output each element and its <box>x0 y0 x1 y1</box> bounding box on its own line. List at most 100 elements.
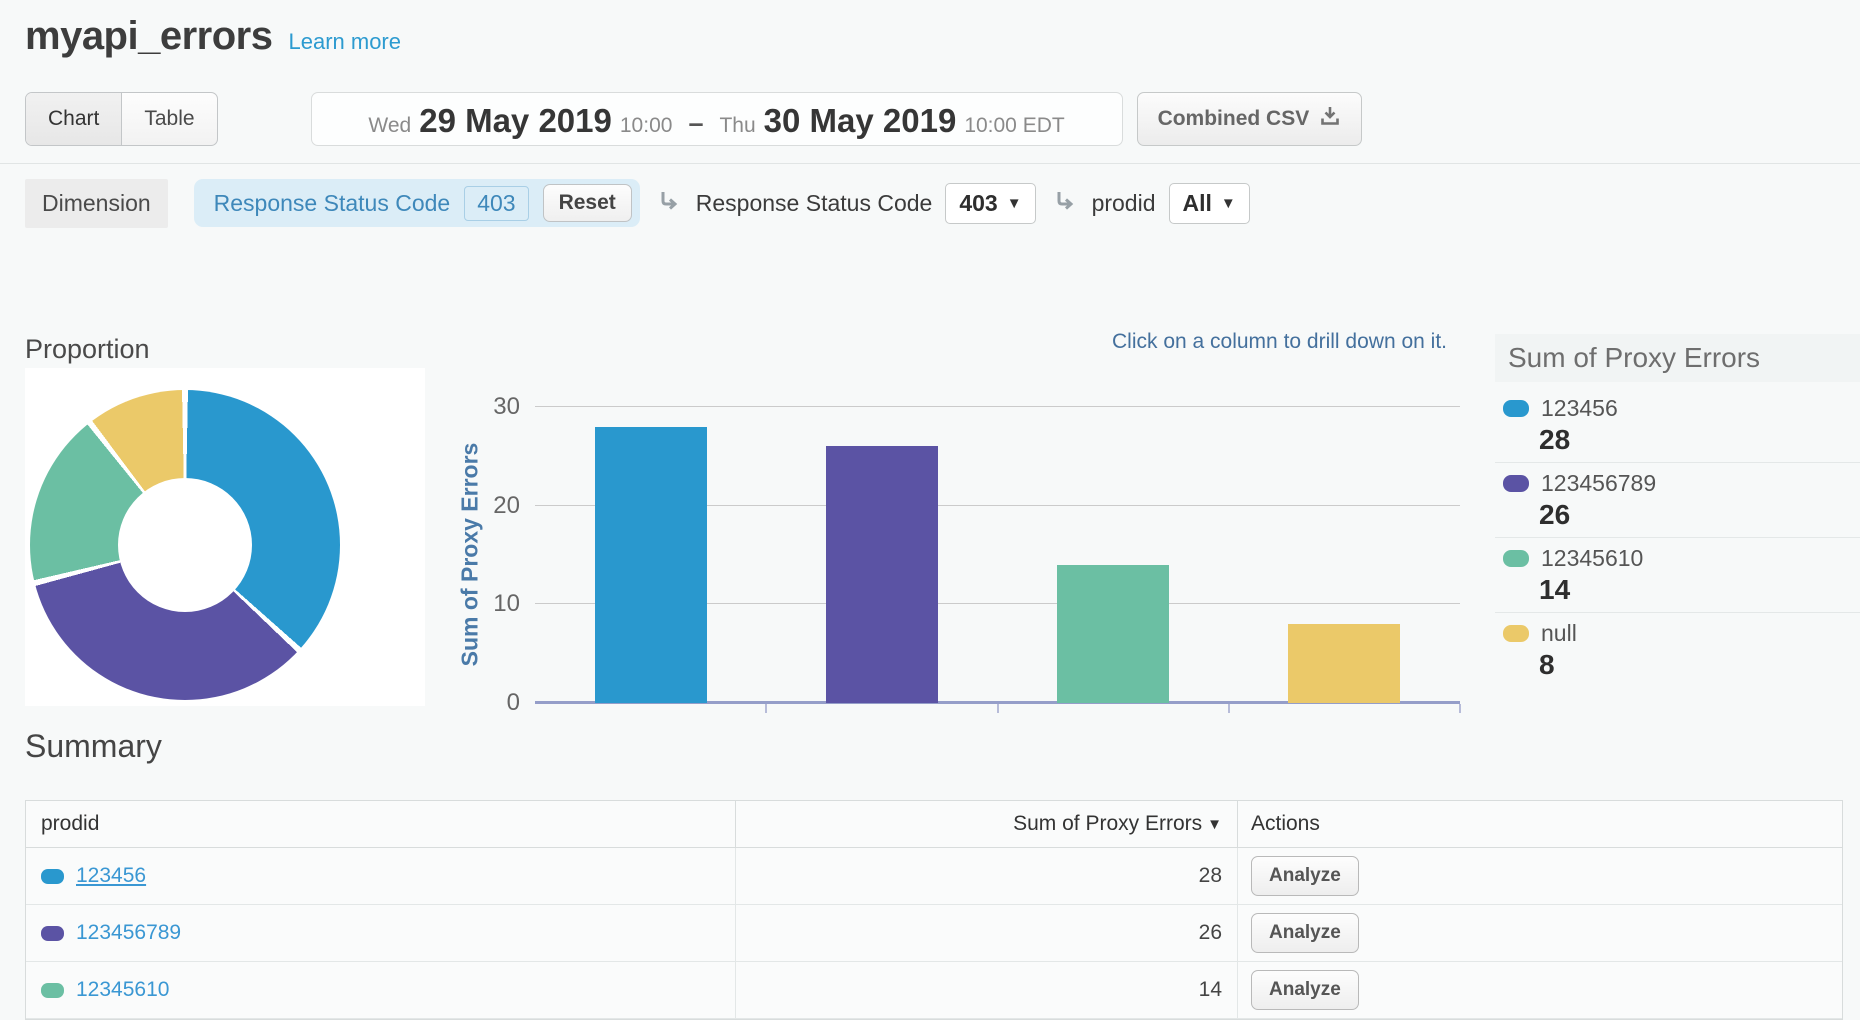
table-row-12345610: 12345610 14 Analyze <box>26 962 1842 1019</box>
drilldown-2-value: All <box>1183 190 1212 217</box>
sort-desc-icon: ▼ <box>1207 816 1222 833</box>
active-filter-name[interactable]: Response Status Code <box>214 190 451 217</box>
start-date: 29 May 2019 <box>419 102 612 140</box>
dashboard-page: myapi_errors Learn more Chart Table Wed … <box>0 0 1860 1020</box>
prodid-link[interactable]: 12345610 <box>76 978 169 1002</box>
prodid-link[interactable]: 123456789 <box>76 921 181 945</box>
bar-123456[interactable] <box>595 427 707 703</box>
series-swatch <box>41 983 64 998</box>
x-tick <box>765 704 767 713</box>
combined-csv-button[interactable]: Combined CSV <box>1137 92 1363 146</box>
table-row-123456789: 123456789 26 Analyze <box>26 905 1842 962</box>
drilldown-2-select[interactable]: All ▼ <box>1169 183 1250 224</box>
column-header-actions: Actions <box>1238 801 1842 847</box>
legend-entry-null: null 8 <box>1495 613 1860 687</box>
column-header-prodid[interactable]: prodid <box>26 801 736 847</box>
x-tick <box>1228 704 1230 713</box>
dimension-label: Dimension <box>25 179 168 228</box>
tab-chart[interactable]: Chart <box>26 93 122 145</box>
proportion-title: Proportion <box>25 334 150 365</box>
y-tick-label: 10 <box>440 590 520 618</box>
legend-entry-12345610: 12345610 14 <box>1495 538 1860 613</box>
column-header-value-label: Sum of Proxy Errors <box>1013 812 1202 836</box>
legend-title: Sum of Proxy Errors <box>1495 334 1860 382</box>
chevron-down-icon: ▼ <box>1221 195 1236 212</box>
page-header: myapi_errors Learn more <box>25 14 401 59</box>
value-cell: 26 <box>736 905 1238 961</box>
series-swatch <box>1503 550 1529 567</box>
series-swatch <box>41 926 64 941</box>
prodid-cell: 12345610 <box>26 962 736 1018</box>
analyze-button[interactable]: Analyze <box>1251 856 1359 896</box>
prodid-cell: 123456 <box>26 848 736 904</box>
actions-cell: Analyze <box>1238 848 1842 904</box>
active-filter-pill: Response Status Code 403 Reset <box>194 179 640 227</box>
actions-cell: Analyze <box>1238 905 1842 961</box>
page-title: myapi_errors <box>25 14 272 59</box>
legend-entry-123456789: 123456789 26 <box>1495 463 1860 538</box>
summary-title: Summary <box>25 728 162 765</box>
value-cell: 14 <box>736 962 1238 1018</box>
legend-panel: Sum of Proxy Errors 123456 28 123456789 … <box>1495 334 1860 687</box>
value-cell: 28 <box>736 848 1238 904</box>
donut-hole <box>118 478 252 612</box>
legend-entry-123456: 123456 28 <box>1495 388 1860 463</box>
prodid-cell: 123456789 <box>26 905 736 961</box>
drilldown-arrow-icon <box>1054 189 1078 218</box>
header-divider <box>0 163 1860 164</box>
drilldown-arrow-icon <box>658 189 682 218</box>
series-swatch <box>1503 625 1529 642</box>
drilldown-1-select[interactable]: 403 ▼ <box>945 183 1035 224</box>
drilldown-1-name: Response Status Code <box>696 190 933 217</box>
analyze-button[interactable]: Analyze <box>1251 913 1359 953</box>
y-axis-label: Sum of Proxy Errors <box>457 405 484 705</box>
x-tick <box>997 704 999 713</box>
learn-more-link[interactable]: Learn more <box>288 29 401 55</box>
prodid-link[interactable]: 123456 <box>76 864 146 888</box>
csv-button-label: Combined CSV <box>1158 107 1310 131</box>
download-icon <box>1319 105 1341 133</box>
end-time: 10:00 EDT <box>964 114 1064 138</box>
summary-table: prodid Sum of Proxy Errors ▼ Actions 123… <box>25 800 1843 1020</box>
date-range-picker[interactable]: Wed 29 May 2019 10:00 – Thu 30 May 2019 … <box>311 92 1123 146</box>
end-date: 30 May 2019 <box>764 102 957 140</box>
reset-button[interactable]: Reset <box>543 184 632 222</box>
legend-series-value: 8 <box>1539 649 1860 681</box>
y-tick-label: 30 <box>440 393 520 421</box>
start-time: 10:00 <box>620 114 673 138</box>
table-row-123456: 123456 28 Analyze <box>26 848 1842 905</box>
x-tick <box>1459 704 1461 713</box>
end-day: Thu <box>719 114 755 138</box>
legend-series-label: 12345610 <box>1541 545 1643 572</box>
bar-null[interactable] <box>1288 624 1400 703</box>
actions-cell: Analyze <box>1238 962 1842 1018</box>
tab-table[interactable]: Table <box>122 93 216 145</box>
series-swatch <box>41 869 64 884</box>
legend-series-label: 123456 <box>1541 395 1618 422</box>
toolbar: Chart Table Wed 29 May 2019 10:00 – Thu … <box>25 92 1362 146</box>
analyze-button[interactable]: Analyze <box>1251 970 1359 1010</box>
active-filter-value[interactable]: 403 <box>464 186 528 221</box>
view-toggle: Chart Table <box>25 92 218 146</box>
legend-series-label: null <box>1541 620 1577 647</box>
bar-12345610[interactable] <box>1057 565 1169 703</box>
date-range-separator: – <box>688 108 703 139</box>
donut-chart[interactable] <box>30 390 340 700</box>
filter-bar: Dimension Response Status Code 403 Reset… <box>25 178 1250 228</box>
start-day: Wed <box>368 114 411 138</box>
drill-hint-text: Click on a column to drill down on it. <box>900 330 1447 354</box>
summary-table-header: prodid Sum of Proxy Errors ▼ Actions <box>26 801 1842 848</box>
legend-series-label: 123456789 <box>1541 470 1656 497</box>
gridline <box>535 406 1460 407</box>
drilldown-1-value: 403 <box>959 190 997 217</box>
legend-series-value: 28 <box>1539 424 1860 456</box>
chevron-down-icon: ▼ <box>1007 195 1022 212</box>
legend-entries: 123456 28 123456789 26 12345610 14 null … <box>1495 382 1860 687</box>
y-tick-label: 0 <box>440 689 520 717</box>
summary-table-body: 123456 28 Analyze 123456789 26 Analyze 1… <box>26 848 1842 1019</box>
y-tick-label: 20 <box>440 492 520 520</box>
bar-123456789[interactable] <box>826 446 938 703</box>
drilldown-2-name: prodid <box>1092 190 1156 217</box>
legend-series-value: 14 <box>1539 574 1860 606</box>
column-header-value[interactable]: Sum of Proxy Errors ▼ <box>736 801 1238 847</box>
